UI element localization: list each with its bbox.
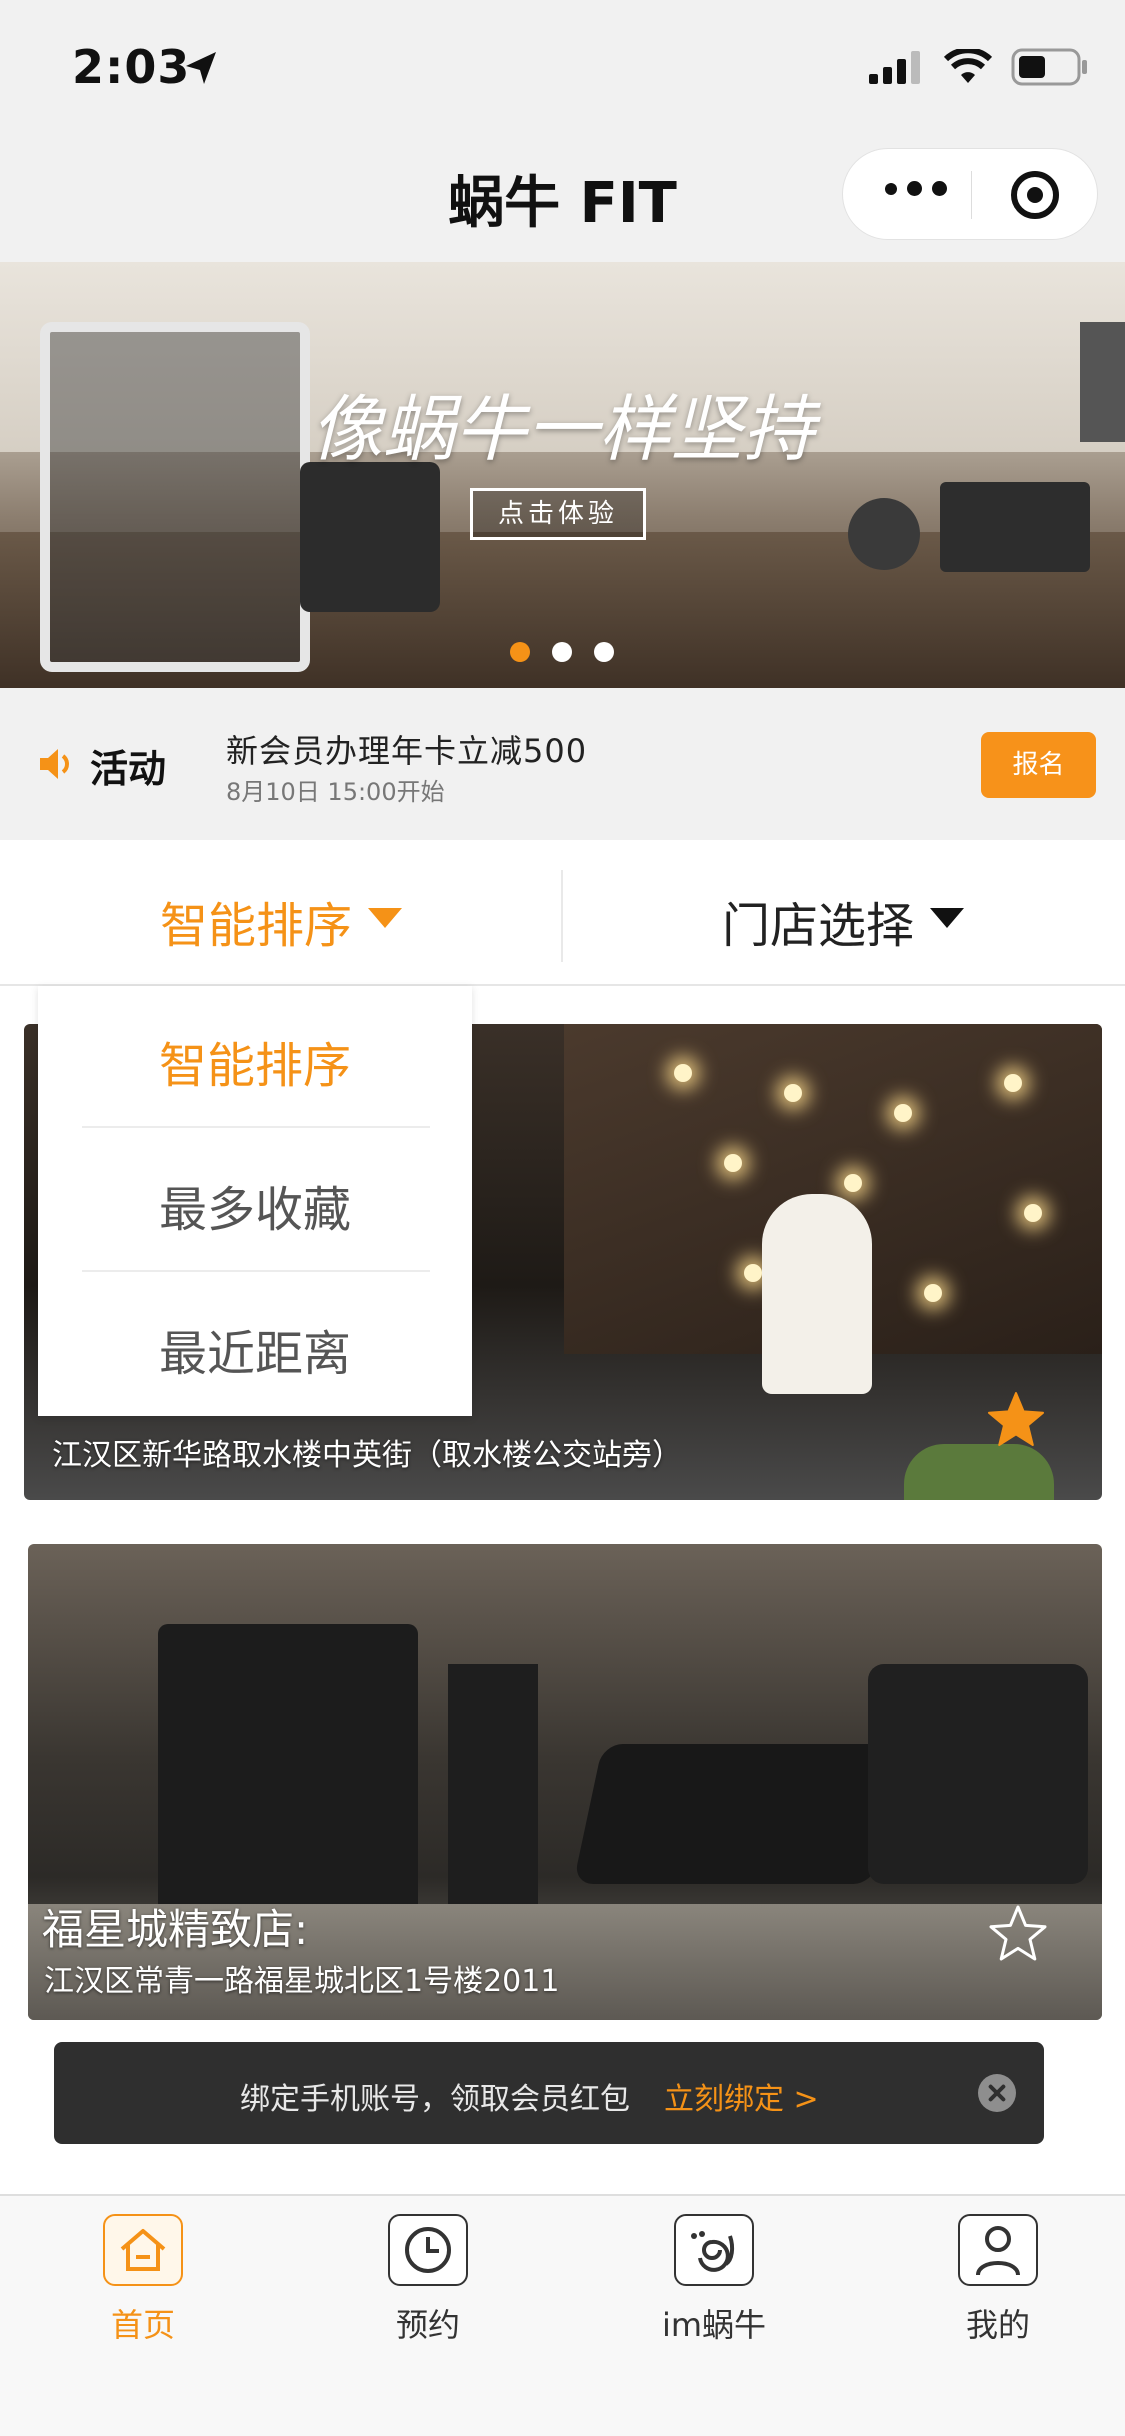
banner-image[interactable] (0, 262, 1125, 688)
store-address: 江汉区新华路取水楼中英街（取水楼公交站旁） (52, 1438, 682, 1473)
activity-label: 活动 (90, 747, 167, 791)
snail-icon (674, 2214, 754, 2286)
miniprogram-capsule (842, 148, 1098, 240)
dropdown-divider (82, 1270, 430, 1272)
store-filter-tab[interactable]: 门店选择 (722, 886, 914, 956)
user-icon (958, 2214, 1038, 2286)
store-address: 江汉区常青一路福星城北区1号楼2011 (44, 1964, 560, 1999)
banner-try-button[interactable]: 点击体验 (470, 488, 646, 540)
dropdown-divider (82, 1126, 430, 1128)
capsule-divider (971, 171, 972, 219)
tab-label: 预约 (395, 2306, 460, 2344)
speaker-icon (40, 749, 69, 779)
store-name: 福星城精致店: (42, 1905, 309, 1954)
location-arrow-icon (186, 52, 216, 84)
clock-icon (388, 2214, 468, 2286)
close-icon[interactable] (978, 2074, 1016, 2112)
status-time: 2:03 (72, 40, 191, 94)
sort-filter-tab[interactable]: 智能排序 (160, 886, 352, 956)
chevron-down-icon[interactable] (368, 908, 402, 928)
carousel-dot[interactable] (552, 642, 572, 662)
activity-time: 8月10日 15:00开始 (226, 778, 445, 806)
bind-phone-text: 绑定手机账号，领取会员红包 (240, 2082, 630, 2117)
tab-home[interactable]: 首页 (53, 2214, 233, 2346)
wifi-icon (943, 49, 993, 83)
activity-title[interactable]: 新会员办理年卡立减500 (226, 726, 587, 772)
chevron-down-icon[interactable] (930, 908, 964, 928)
favorite-star-icon[interactable] (988, 1904, 1048, 1964)
carousel-dot[interactable] (594, 642, 614, 662)
tab-label: 首页 (110, 2306, 175, 2344)
home-icon (103, 2214, 183, 2286)
bind-phone-link[interactable]: 立刻绑定 > (664, 2074, 819, 2118)
signup-button[interactable]: 报名 (981, 732, 1096, 798)
tab-booking[interactable]: 预约 (338, 2214, 518, 2346)
close-miniprogram-icon[interactable] (1011, 171, 1059, 219)
carousel-dot[interactable] (510, 642, 530, 662)
more-icon[interactable] (885, 181, 947, 196)
tab-im[interactable]: im蜗牛 (624, 2214, 804, 2346)
banner-slogan: 像蜗牛一样坚持 (310, 387, 815, 471)
tab-label: im蜗牛 (661, 2306, 767, 2344)
sort-dropdown: 智能排序 最多收藏 最近距离 (38, 986, 472, 1416)
dropdown-item-most-favorited[interactable]: 最多收藏 (38, 1170, 472, 1240)
status-indicators (869, 48, 1089, 86)
tab-profile[interactable]: 我的 (908, 2214, 1088, 2346)
battery-icon (1011, 48, 1087, 86)
dropdown-item-nearest[interactable]: 最近距离 (38, 1314, 472, 1384)
tab-label: 我的 (965, 2306, 1030, 2344)
signal-icon (869, 51, 920, 84)
favorite-star-icon[interactable] (986, 1390, 1046, 1450)
carousel-indicator (510, 642, 614, 662)
filter-divider (561, 870, 563, 962)
dropdown-item-smart[interactable]: 智能排序 (38, 1026, 472, 1096)
